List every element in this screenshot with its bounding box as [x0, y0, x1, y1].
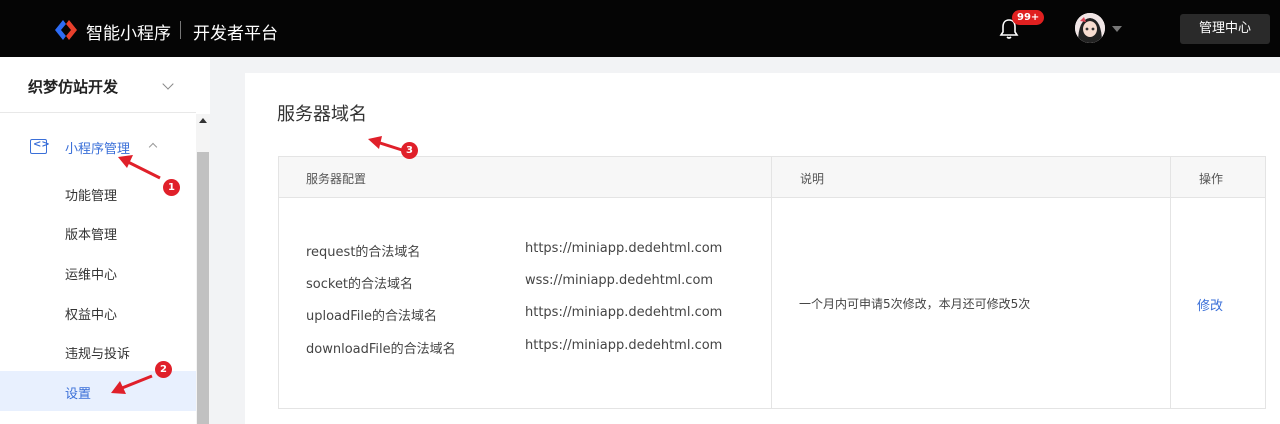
annotation-marker-2: 2 [155, 361, 172, 378]
annotation-marker-3: 3 [401, 142, 418, 159]
annotation-arrow-2 [111, 374, 153, 394]
annotation-marker-1: 1 [163, 179, 180, 196]
annotation-arrow-3 [368, 136, 403, 152]
annotation-arrow-1 [118, 155, 161, 180]
annotation-arrows [111, 136, 403, 394]
